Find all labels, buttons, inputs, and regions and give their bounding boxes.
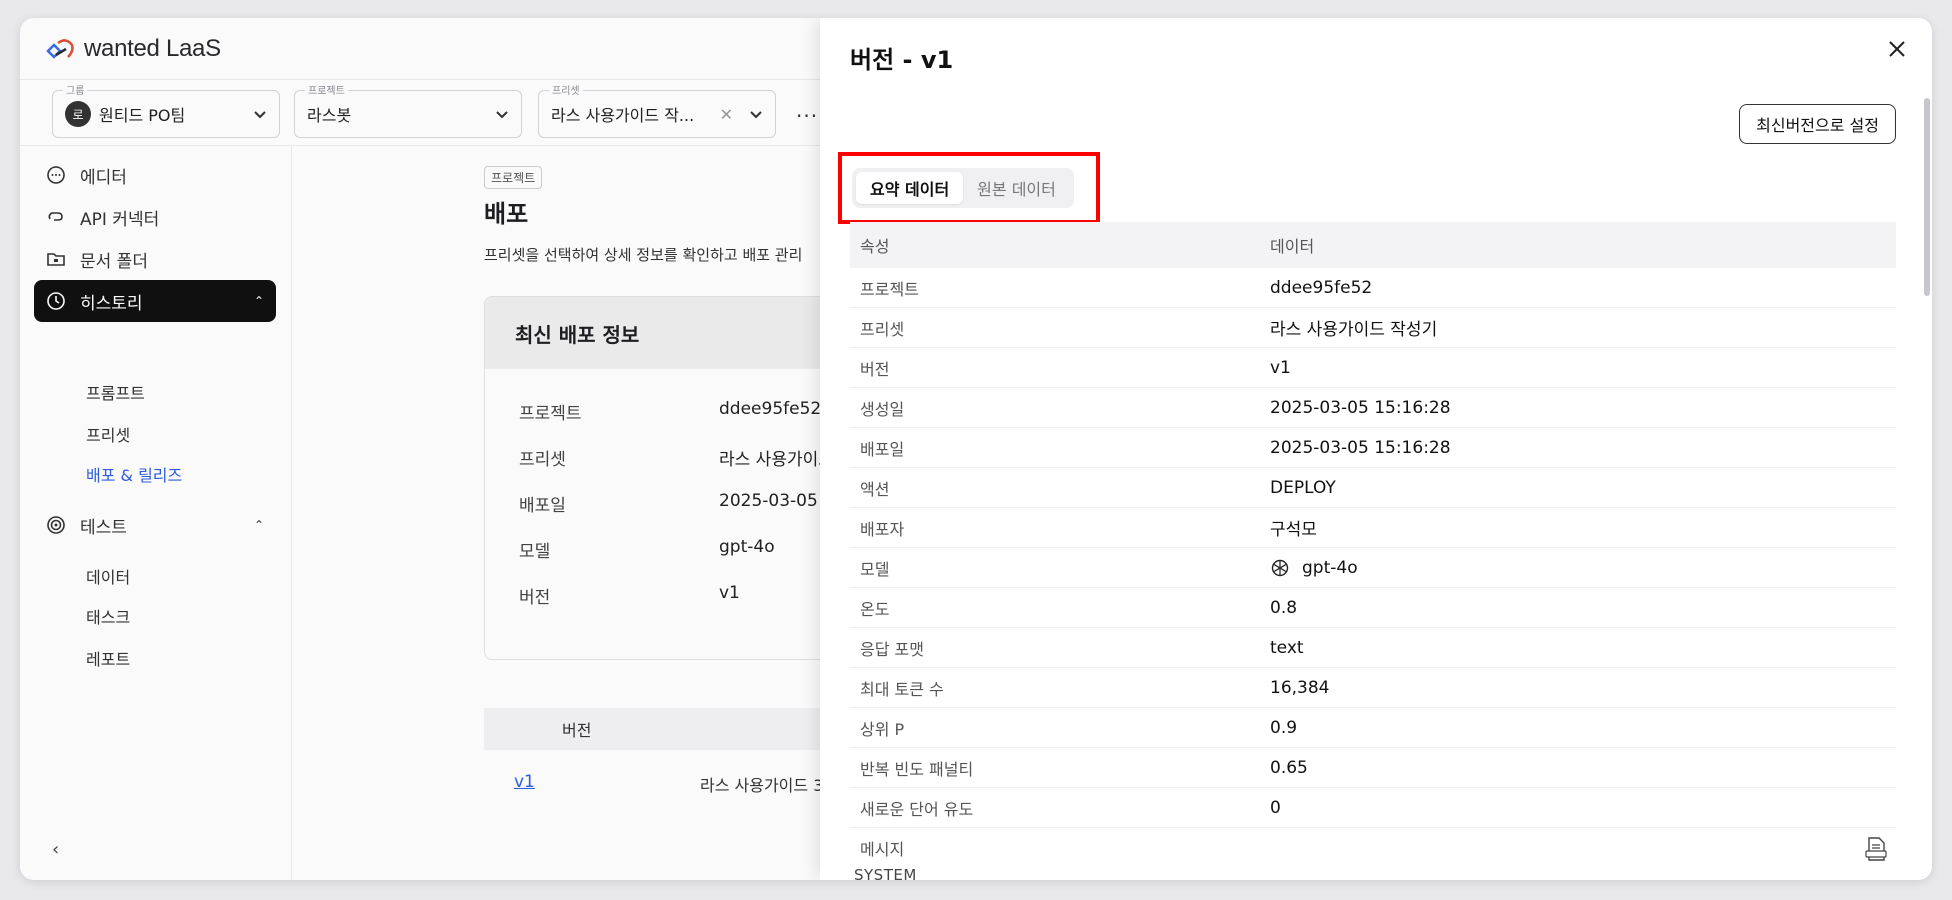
drawer-title: 버전 - v1 [850, 46, 954, 74]
openai-icon [1271, 559, 1289, 576]
table-row: 배포일 2025-03-05 15:16:28 [850, 428, 1896, 468]
table-row: 상위 P 0.9 [850, 708, 1896, 748]
table-row: 버전 v1 [850, 348, 1896, 388]
table-row: 최대 토큰 수 16,384 [850, 668, 1896, 708]
system-label: SYSTEM [854, 866, 917, 880]
table-row: 프리셋 라스 사용가이드 작성기 [850, 308, 1896, 348]
message-row: 메시지 [850, 828, 1896, 868]
set-latest-version-button[interactable]: 최신버전으로 설정 [1739, 104, 1896, 144]
table-row: 액션 DEPLOY [850, 468, 1896, 508]
scrollbar-thumb[interactable] [1924, 98, 1930, 296]
app-window: wanted LaaS 그룹 로 원티드 PO팀 프로젝트 라스봇 프리셋 라스… [20, 18, 1932, 880]
close-icon [1889, 41, 1905, 57]
close-button[interactable] [1882, 34, 1912, 64]
message-label: 메시지 [860, 840, 905, 859]
column-header-data: 데이터 [1270, 237, 1315, 256]
table-row: 생성일 2025-03-05 15:16:28 [850, 388, 1896, 428]
table-row: 모델 gpt-4o [850, 548, 1896, 588]
version-drawer: 버전 - v1 최신버전으로 설정 요약 데이터 원본 데이터 속성 데이터 프… [820, 18, 1932, 880]
highlight-box [838, 152, 1100, 224]
table-row: 배포자 구석모 [850, 508, 1896, 548]
table-row: 반복 빈도 패널티 0.65 [850, 748, 1896, 788]
table-header: 속성 데이터 [850, 222, 1896, 268]
scrollbar[interactable] [1922, 98, 1932, 880]
document-download-icon[interactable] [1864, 836, 1888, 862]
table-row: 새로운 단어 유도 0 [850, 788, 1896, 828]
summary-table: 속성 데이터 프로젝트 ddee95fe52 프리셋 라스 사용가이드 작성기 버전… [850, 222, 1896, 868]
drawer-backdrop[interactable] [20, 18, 820, 880]
table-row: 온도 0.8 [850, 588, 1896, 628]
table-row: 프로젝트 ddee95fe52 [850, 268, 1896, 308]
column-header-attribute: 속성 [860, 237, 890, 256]
table-row: 응답 포맷 text [850, 628, 1896, 668]
